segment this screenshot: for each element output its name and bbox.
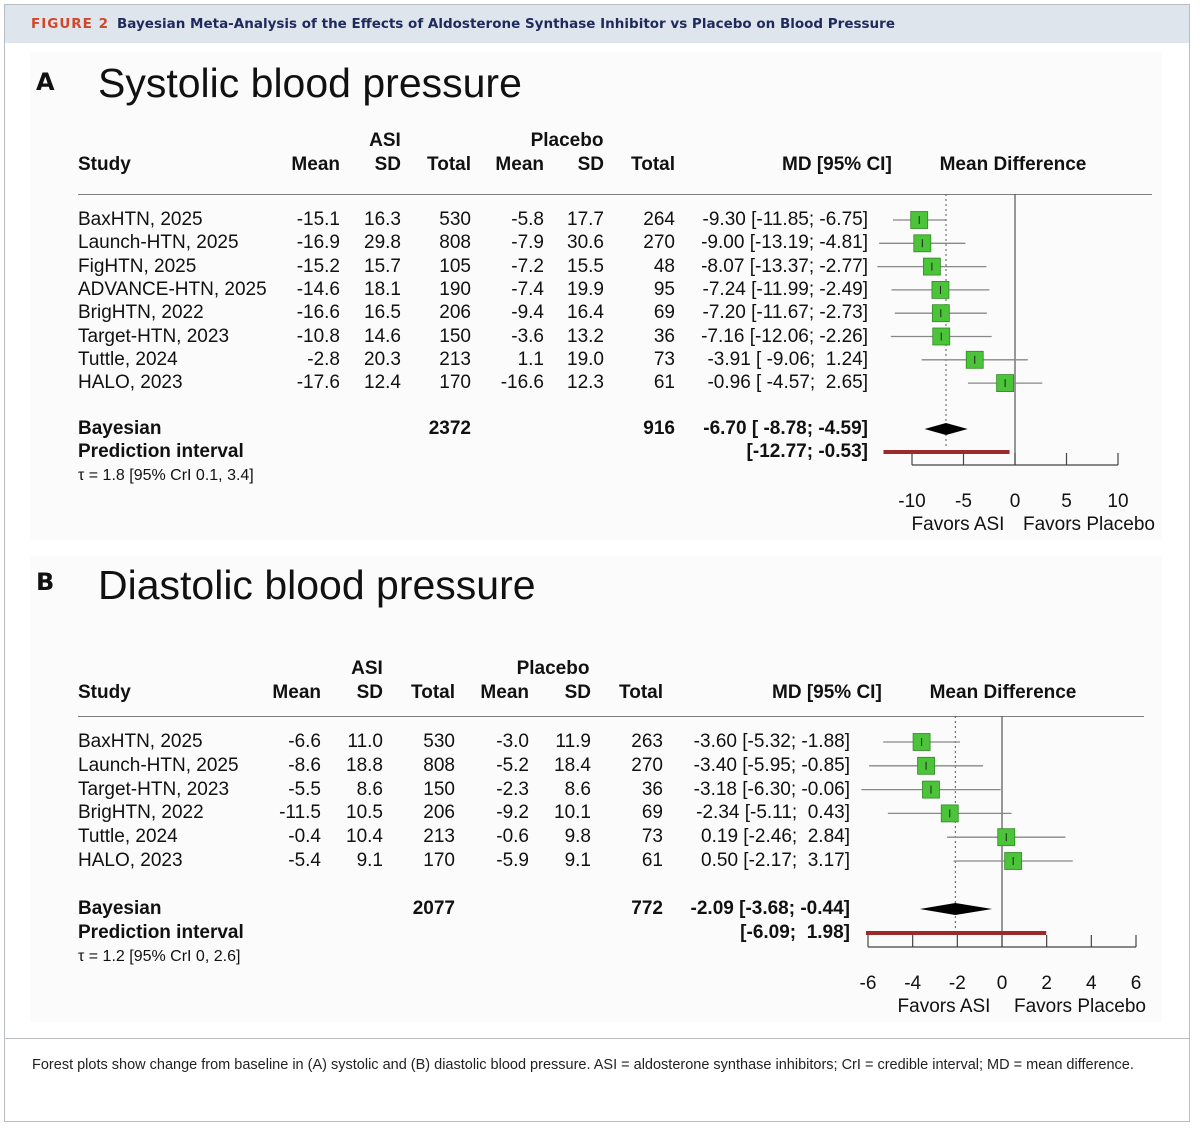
panel-systolic: A Systolic blood pressure ASI Placebo Study M… bbox=[30, 52, 1162, 540]
caption-divider bbox=[5, 1038, 1189, 1039]
x-tick-label: 2 bbox=[1041, 973, 1052, 994]
panel-diastolic: B Diastolic blood pressure ASI Placebo Study… bbox=[30, 556, 1162, 1022]
x-tick-label: 0 bbox=[997, 973, 1008, 994]
x-tick-label: -10 bbox=[898, 491, 925, 512]
pooled-diamond bbox=[924, 423, 968, 435]
x-tick-label: 4 bbox=[1086, 973, 1097, 994]
x-tick-label: 0 bbox=[1010, 491, 1021, 512]
favors-placebo-label: Favors Placebo bbox=[1014, 996, 1146, 1017]
x-tick-label: 6 bbox=[1131, 973, 1142, 994]
favors-asi-label: Favors ASI bbox=[912, 514, 1005, 535]
x-tick-label: 10 bbox=[1107, 491, 1128, 512]
x-tick-label: -6 bbox=[860, 973, 877, 994]
figure-caption: Forest plots show change from baseline i… bbox=[32, 1057, 1134, 1073]
figure-title: Bayesian Meta-Analysis of the Effects of… bbox=[117, 16, 895, 32]
x-tick-label: -4 bbox=[904, 973, 921, 994]
figure-header: FIGURE 2 Bayesian Meta-Analysis of the E… bbox=[5, 5, 1189, 43]
favors-placebo-label: Favors Placebo bbox=[1023, 514, 1155, 535]
x-tick-label: 5 bbox=[1061, 491, 1072, 512]
pooled-diamond bbox=[919, 903, 993, 915]
forest-plot: -10 -5 0 5 10 Favors ASI Favors Placebo bbox=[877, 194, 1155, 535]
x-tick-label: -2 bbox=[949, 973, 966, 994]
figure-label: FIGURE 2 bbox=[31, 16, 109, 32]
x-tick-label: -5 bbox=[955, 491, 972, 512]
favors-asi-label: Favors ASI bbox=[898, 996, 991, 1017]
forest-plot: -6 -4 -2 0 2 4 6 Favors ASI Favors Placebo bbox=[860, 716, 1146, 1017]
